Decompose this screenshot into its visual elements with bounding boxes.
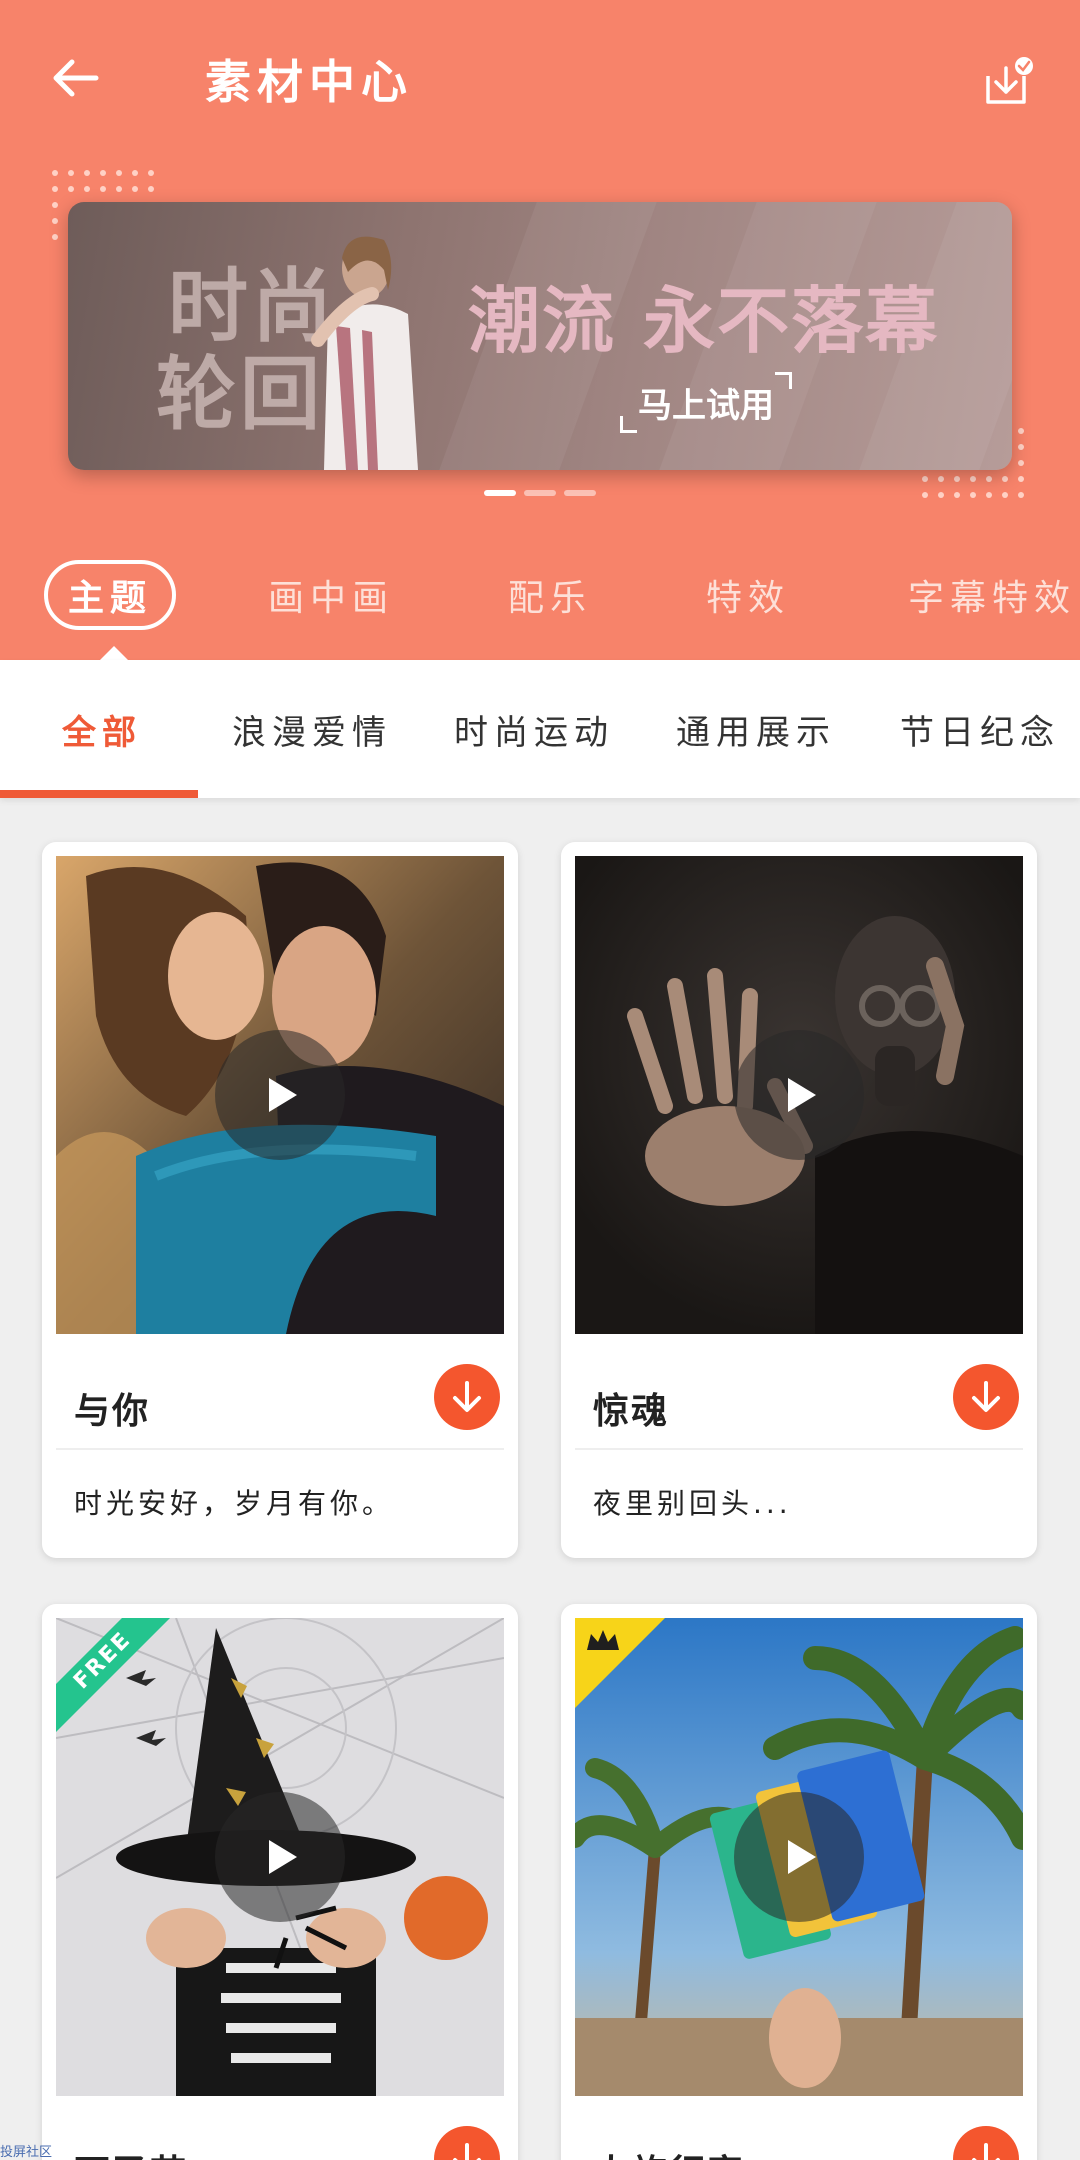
- template-thumbnail[interactable]: [56, 856, 504, 1334]
- download-button[interactable]: [953, 1364, 1019, 1430]
- tab-theme[interactable]: 主题: [44, 560, 177, 630]
- tab-music[interactable]: 配乐: [508, 560, 592, 630]
- play-icon: [269, 1840, 297, 1874]
- template-title: 大旅行家: [593, 2144, 745, 2160]
- template-thumbnail[interactable]: [575, 1618, 1023, 2096]
- template-title: 惊魂: [593, 1391, 670, 1432]
- download-button[interactable]: [953, 2126, 1019, 2160]
- arrow-down-icon: [453, 1381, 481, 1412]
- template-card[interactable]: 大旅行家: [561, 1604, 1037, 2160]
- play-button[interactable]: [734, 1792, 864, 1922]
- sub-tab-all[interactable]: 全部: [62, 660, 142, 798]
- play-button[interactable]: [215, 1030, 345, 1160]
- play-button[interactable]: [215, 1792, 345, 1922]
- free-badge: FREE: [56, 1618, 176, 1738]
- tab-picture-in-picture[interactable]: 画中画: [268, 560, 394, 630]
- play-icon: [269, 1078, 297, 1112]
- template-thumbnail[interactable]: FREE: [56, 1618, 504, 2096]
- sub-tab-fashion-sport[interactable]: 时尚运动: [454, 660, 614, 798]
- template-card[interactable]: FREE 万圣节: [42, 1604, 518, 2160]
- watermark: 投屏社区: [0, 2145, 53, 2160]
- template-card[interactable]: 惊魂 夜里别回头...: [561, 842, 1037, 1558]
- header: 素材中心 时尚 轮回 潮流 永不落幕 马上试用 主题 画中画 配乐 特效 字幕特…: [0, 0, 1080, 662]
- card-divider: [575, 1448, 1023, 1450]
- download-check-icon: [986, 57, 1033, 104]
- arrow-down-icon: [972, 2143, 1000, 2160]
- template-description: 夜里别回头...: [593, 1487, 792, 1520]
- arrow-left-icon: [53, 59, 99, 97]
- sub-tab-general[interactable]: 通用展示: [676, 660, 836, 798]
- play-icon: [788, 1078, 816, 1112]
- crown-icon: [587, 1630, 619, 1650]
- back-button[interactable]: [44, 46, 108, 110]
- card-divider: [56, 1448, 504, 1450]
- template-title: 万圣节: [74, 2144, 188, 2160]
- tab-subtitle-effects[interactable]: 字幕特效: [908, 560, 1076, 630]
- pager-dot: [564, 490, 596, 496]
- template-title: 与你: [74, 1391, 151, 1432]
- promo-banner[interactable]: 时尚 轮回 潮流 永不落幕 马上试用: [68, 202, 1012, 470]
- sub-tab-romance[interactable]: 浪漫爱情: [232, 660, 392, 798]
- banner-try-now-button[interactable]: 马上试用: [620, 372, 792, 433]
- download-manager-button[interactable]: [976, 50, 1040, 114]
- play-icon: [788, 1840, 816, 1874]
- pager-dot: [484, 490, 516, 496]
- template-thumbnail[interactable]: [575, 856, 1023, 1334]
- template-card[interactable]: 与你 时光安好，岁月有你。: [42, 842, 518, 1558]
- banner-model-image: [311, 236, 418, 470]
- download-button[interactable]: [434, 2126, 500, 2160]
- banner-slogan: 潮流 永不落幕: [468, 279, 940, 363]
- arrow-down-icon: [972, 1381, 1000, 1412]
- sub-category-bar: 全部 浪漫爱情 时尚运动 通用展示 节日纪念: [0, 660, 1080, 798]
- template-description: 时光安好，岁月有你。: [74, 1487, 395, 1520]
- sub-tab-festival[interactable]: 节日纪念: [900, 660, 1060, 798]
- pager-dot: [524, 490, 556, 496]
- banner-pager: [484, 490, 596, 496]
- category-tabs: 主题 画中画 配乐 特效 字幕特效: [0, 560, 1080, 640]
- tab-effects[interactable]: 特效: [706, 560, 790, 630]
- download-button[interactable]: [434, 1364, 500, 1430]
- arrow-down-icon: [453, 2143, 481, 2160]
- page-title: 素材中心: [205, 55, 413, 109]
- sub-tab-underline: [0, 790, 198, 798]
- play-button[interactable]: [734, 1030, 864, 1160]
